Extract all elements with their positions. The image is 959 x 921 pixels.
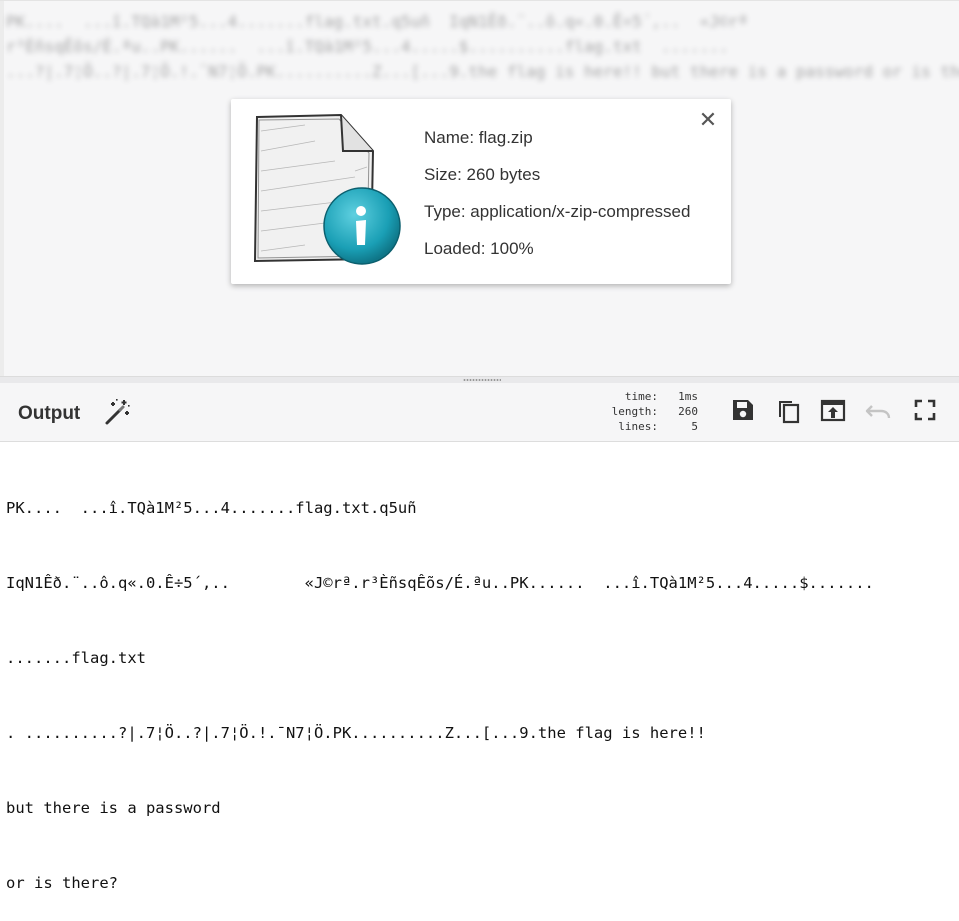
stat-value: 260 (678, 405, 698, 418)
output-stats: time: 1ms length: 260 lines: 5 (600, 389, 698, 434)
save-icon[interactable] (728, 395, 758, 425)
output-line: PK.... ...î.TQà1M²5...4.......flag.txt.q… (6, 499, 417, 517)
file-loaded: Loaded: 100% (424, 239, 534, 258)
file-size: Size: 260 bytes (424, 165, 541, 184)
stat-lines: lines: 5 (600, 419, 698, 434)
stat-length: length: 260 (600, 404, 698, 419)
output-header: Output time: 1ms length: 260 lines: 5 (0, 383, 959, 442)
file-info-icon (253, 113, 401, 265)
file-type: Type: application/x-zip-compressed (424, 202, 691, 221)
panel-resize-divider[interactable] (0, 376, 959, 383)
undo-icon[interactable] (863, 395, 893, 425)
copy-icon[interactable] (773, 395, 803, 425)
file-details-card: Name: flag.zip Size: 260 bytes Type: app… (231, 99, 731, 284)
output-line: or is there? (6, 874, 118, 892)
stat-label: length: (611, 405, 658, 418)
resize-grip-icon[interactable] (463, 378, 501, 382)
input-text-blurred: PK.... ...î.TQà1M²5...4.......flag.txt.q… (6, 9, 959, 84)
stat-value: 5 (691, 420, 698, 433)
output-text-area[interactable]: PK.... ...î.TQà1M²5...4.......flag.txt.q… (6, 446, 956, 921)
file-name: Name: flag.zip (424, 128, 533, 147)
input-line: PK.... ...î.TQà1M²5...4.......flag.txt.q… (6, 12, 748, 31)
stat-label: time: (624, 390, 658, 403)
move-output-to-input-icon[interactable] (818, 395, 848, 425)
file-details: Name: flag.zip Size: 260 bytes Type: app… (424, 127, 690, 275)
magic-wand-icon[interactable] (103, 398, 131, 426)
output-title: Output (18, 403, 81, 424)
input-line: r³ÈñsqÊõs/É.ªu..PK...... ...î.TQà1M²5...… (6, 37, 729, 56)
stat-label: lines: (618, 420, 658, 433)
fullscreen-icon[interactable] (910, 395, 940, 425)
output-line: IqN1Êð.¨..ô.q«.0.Ê÷5´,.. «J©rª.r³ÈñsqÊõs… (6, 574, 874, 592)
stat-time: time: 1ms (600, 389, 698, 404)
input-line: ...?|.7¦Ö..?|.7¦Ö.!.¯N7¦Ö.PK..........Z.… (6, 62, 959, 81)
output-line: . ..........?|.7¦Ö..?|.7¦Ö.!.¯N7¦Ö.PK...… (6, 724, 706, 742)
input-panel[interactable]: PK.... ...î.TQà1M²5...4.......flag.txt.q… (0, 0, 959, 377)
close-file-details-button[interactable]: ✕ (697, 109, 719, 131)
stat-value: 1ms (678, 390, 698, 403)
output-line: but there is a password (6, 799, 221, 817)
input-gutter (0, 1, 4, 377)
output-line: .......flag.txt (6, 649, 146, 667)
